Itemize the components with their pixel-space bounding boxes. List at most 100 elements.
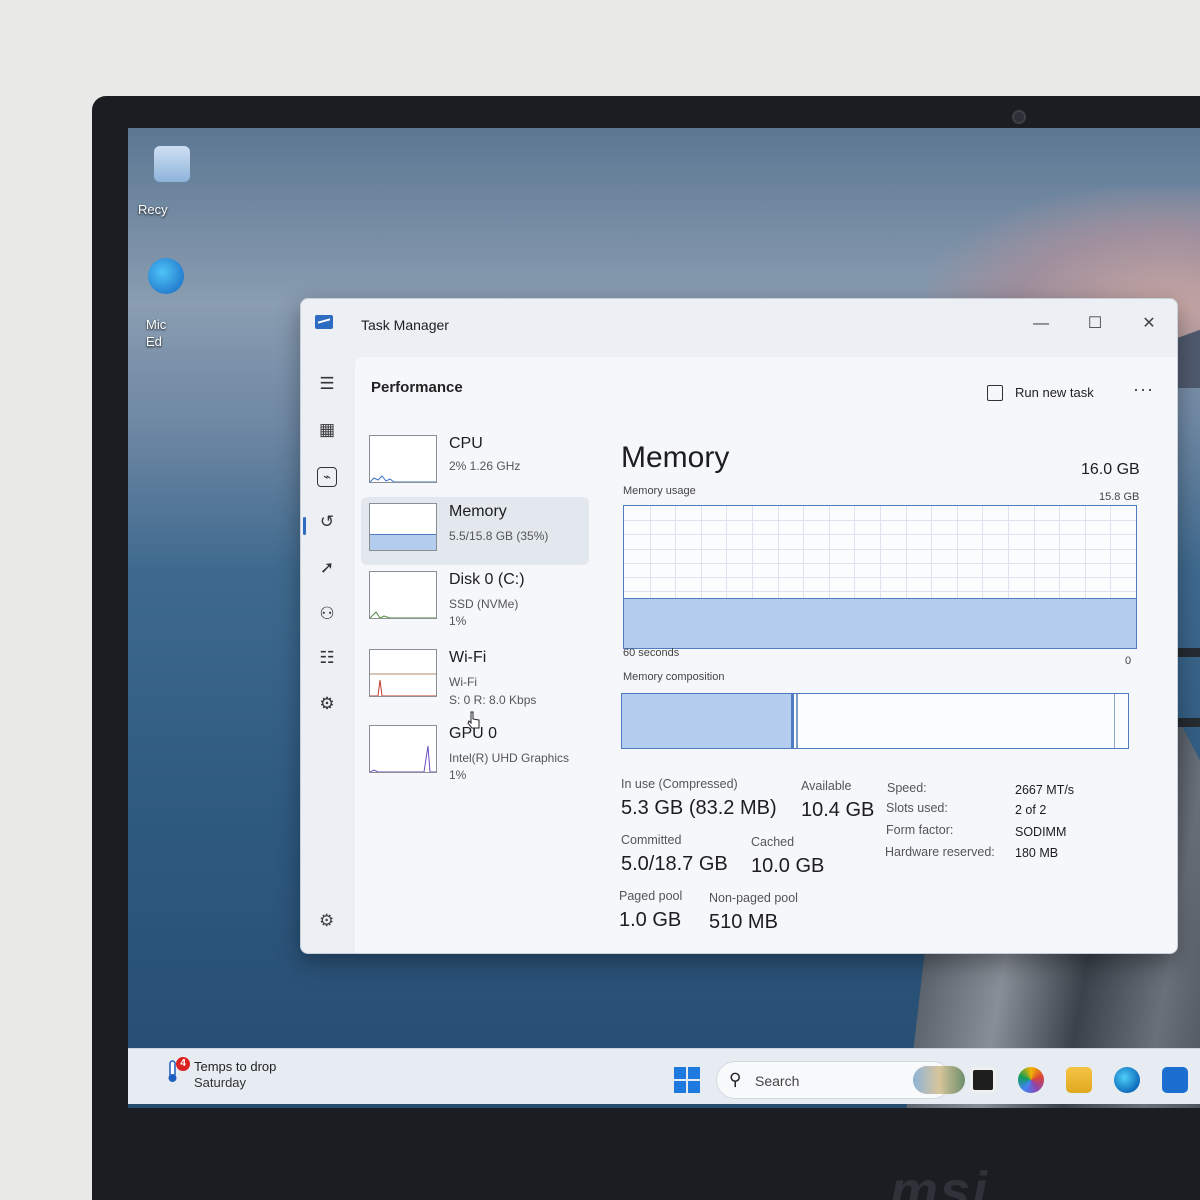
composition-label: Memory composition [623, 671, 725, 683]
edge-shortcut-icon[interactable] [148, 258, 184, 294]
memory-composition-bar [621, 693, 1129, 749]
hardware-reserved-value: 180 MB [1015, 846, 1059, 860]
device-name: Disk 0 (C:) [449, 571, 525, 588]
cached-label: Cached [751, 835, 795, 849]
more-options-icon[interactable]: ··· [1133, 379, 1154, 400]
weather-alert-badge: 4 [176, 1057, 190, 1071]
memory-thumbnail-graph [369, 503, 437, 551]
performance-icon[interactable]: ⌁ [317, 467, 337, 487]
device-name: Wi-Fi [449, 649, 487, 666]
search-placeholder[interactable]: Search [755, 1073, 799, 1089]
detail-title: Memory [621, 441, 730, 474]
disk-thumbnail-graph [369, 571, 437, 619]
file-explorer-icon[interactable] [1066, 1067, 1092, 1093]
taskbar-search[interactable]: ⚲ Search [716, 1061, 965, 1099]
non-paged-pool-label: Non-paged pool [709, 891, 798, 905]
performance-panel: Performance Run new task ··· CPU 2% 1.26… [355, 357, 1177, 953]
processes-icon[interactable]: ▦ [311, 415, 343, 445]
copilot-icon[interactable] [1018, 1067, 1044, 1093]
composition-free [1114, 694, 1128, 748]
recycle-bin-label[interactable]: Recy [138, 202, 168, 217]
desktop: Recy Mic Ed Task Manager — ☐ ✕ ☰ ▦ ⌁ ↺ ➚… [128, 128, 1200, 1108]
close-button[interactable]: ✕ [1135, 313, 1163, 335]
nav-rail: ☰ ▦ ⌁ ↺ ➚ ⚇ ☷ ⚙ [301, 351, 353, 953]
usage-graph-max: 15.8 GB [1099, 491, 1140, 503]
search-icon: ⚲ [729, 1070, 742, 1089]
start-button-icon[interactable] [674, 1067, 700, 1093]
device-item-memory[interactable]: Memory 5.5/15.8 GB (35%) [361, 497, 589, 565]
webcam [1012, 110, 1026, 124]
paged-pool-value: 1.0 GB [619, 909, 682, 931]
in-use-label: In use (Compressed) [621, 777, 738, 791]
composition-modified [796, 694, 799, 748]
non-paged-pool-value: 510 MB [709, 911, 778, 933]
task-view-icon[interactable] [970, 1067, 996, 1093]
app-history-icon[interactable]: ↺ [311, 507, 343, 537]
composition-in-use [622, 694, 795, 748]
weather-subtitle[interactable]: Saturday [194, 1075, 246, 1090]
total-memory: 16.0 GB [1081, 461, 1140, 478]
run-task-icon[interactable] [987, 385, 1003, 401]
device-item-gpu[interactable]: GPU 0 Intel(R) UHD Graphics 1% [361, 719, 589, 787]
device-detail-2: S: 0 R: 8.0 Kbps [449, 693, 537, 707]
form-factor-label: Form factor: [886, 823, 954, 837]
title-bar[interactable]: Task Manager — ☐ ✕ [301, 299, 1177, 351]
memory-usage-graph [623, 505, 1137, 649]
hamburger-menu-icon[interactable]: ☰ [311, 369, 343, 399]
services-icon[interactable]: ⚙ [311, 689, 343, 719]
paged-pool-label: Paged pool [619, 889, 683, 903]
available-value: 10.4 GB [801, 799, 875, 821]
committed-label: Committed [621, 833, 682, 847]
settings-gear-icon[interactable]: ⚙ [319, 911, 334, 931]
edge-shortcut-label[interactable]: Mic Ed [146, 316, 166, 350]
device-detail: SSD (NVMe) [449, 597, 519, 611]
device-item-disk[interactable]: Disk 0 (C:) SSD (NVMe) 1% [361, 565, 589, 633]
maximize-button[interactable]: ☐ [1081, 313, 1109, 335]
page-title: Performance [371, 379, 463, 396]
weather-title[interactable]: Temps to drop [194, 1059, 276, 1074]
active-indicator [303, 517, 306, 535]
device-detail: 2% 1.26 GHz [449, 459, 521, 473]
device-item-wifi[interactable]: Wi-Fi Wi-Fi S: 0 R: 8.0 Kbps [361, 643, 589, 711]
committed-value: 5.0/18.7 GB [621, 853, 728, 875]
window-title: Task Manager [361, 317, 449, 333]
memory-usage-fill [624, 598, 1136, 648]
device-detail-2: 1% [449, 614, 467, 628]
mouse-cursor-icon [467, 711, 480, 729]
brand-logo: msi [890, 1161, 990, 1200]
form-factor-value: SODIMM [1015, 825, 1067, 839]
device-name: Memory [449, 503, 507, 520]
gpu-thumbnail-graph [369, 725, 437, 773]
recycle-bin-icon[interactable] [154, 146, 190, 182]
run-new-task-button[interactable]: Run new task [1015, 385, 1094, 400]
wifi-thumbnail-graph [369, 649, 437, 697]
time-span-label: 60 seconds [623, 647, 680, 659]
speed-label: Speed: [887, 781, 927, 795]
slots-used-label: Slots used: [886, 801, 948, 815]
usage-graph-label: Memory usage [623, 485, 696, 497]
startup-apps-icon[interactable]: ➚ [311, 553, 343, 583]
in-use-value: 5.3 GB (83.2 MB) [621, 797, 777, 819]
available-label: Available [801, 779, 852, 793]
slots-used-value: 2 of 2 [1015, 803, 1047, 817]
edge-browser-icon[interactable] [1114, 1067, 1140, 1093]
hardware-reserved-label: Hardware reserved: [885, 845, 995, 859]
store-icon[interactable] [1162, 1067, 1188, 1093]
speed-value: 2667 MT/s [1015, 783, 1075, 797]
task-manager-window[interactable]: Task Manager — ☐ ✕ ☰ ▦ ⌁ ↺ ➚ ⚇ ☷ ⚙ ⚙ Per… [300, 298, 1178, 954]
taskbar: 4 Temps to drop Saturday ⚲ Search [128, 1048, 1200, 1104]
search-highlight-image [913, 1066, 965, 1094]
users-icon[interactable]: ⚇ [311, 599, 343, 629]
minimize-button[interactable]: — [1027, 313, 1055, 335]
device-detail: 5.5/15.8 GB (35%) [449, 529, 549, 543]
device-detail: Intel(R) UHD Graphics [449, 751, 570, 765]
axis-min-label: 0 [1125, 655, 1132, 667]
cpu-thumbnail-graph [369, 435, 437, 483]
device-name: CPU [449, 435, 483, 452]
device-detail-2: 1% [449, 768, 467, 782]
cached-value: 10.0 GB [751, 855, 825, 877]
device-detail: Wi-Fi [449, 675, 477, 689]
task-manager-app-icon [315, 315, 333, 329]
device-item-cpu[interactable]: CPU 2% 1.26 GHz [361, 429, 589, 497]
details-icon[interactable]: ☷ [311, 643, 343, 673]
